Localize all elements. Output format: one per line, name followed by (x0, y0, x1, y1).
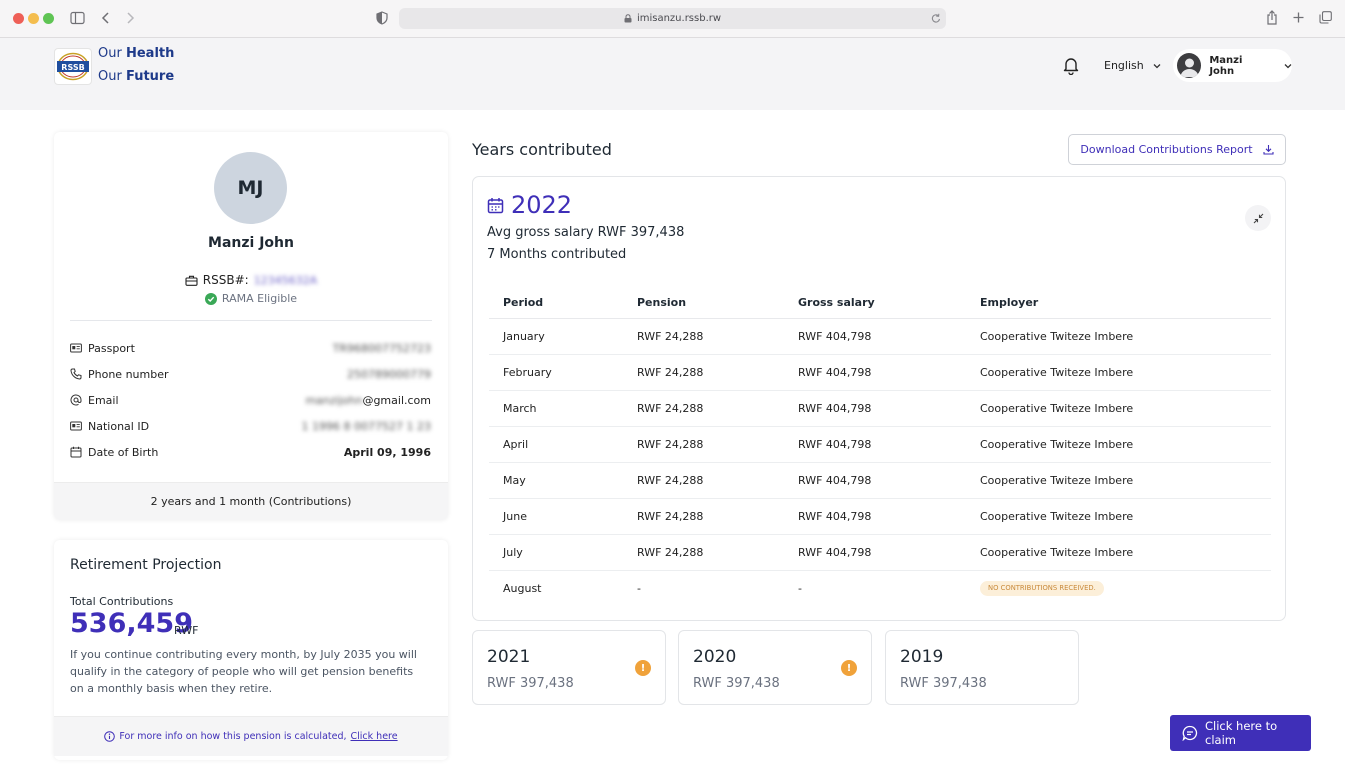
close-window-button[interactable] (13, 13, 24, 24)
total-contributions-unit: RWF (174, 624, 199, 637)
avatar (1177, 53, 1202, 78)
download-icon (1263, 144, 1274, 155)
calendar-icon (70, 446, 82, 458)
collapse-button[interactable] (1245, 205, 1271, 231)
language-selector[interactable]: English (1104, 59, 1161, 72)
pension-info-bar: For more info on how this pension is cal… (54, 716, 448, 756)
detail-row-date-of-birth: Date of Birth April 09, 1996 (70, 442, 431, 462)
forward-icon[interactable] (126, 11, 135, 25)
months-contributed: 7 Months contributed (487, 247, 627, 262)
table-row: February RWF 24,288 RWF 404,798 Cooperat… (489, 355, 1271, 391)
new-tab-icon[interactable] (1293, 12, 1304, 23)
download-report-button[interactable]: Download Contributions Report (1068, 134, 1286, 165)
table-row: March RWF 24,288 RWF 404,798 Cooperative… (489, 391, 1271, 427)
divider (70, 320, 432, 321)
detail-row-email: Email manzijohn@gmail.com (70, 390, 431, 410)
current-year-heading: 2022 (487, 191, 572, 219)
detail-row-passport: Passport TR968007752723 (70, 338, 431, 358)
no-contributions-badge: NO CONTRIBUTIONS RECEIVED. (980, 581, 1104, 596)
retirement-title: Retirement Projection (70, 557, 222, 573)
tagline-health: Our Health (98, 46, 175, 61)
url-text: imisanzu.rssb.rw (636, 13, 722, 24)
id-card-icon (70, 421, 82, 431)
profile-name: Manzi John (208, 235, 294, 251)
year-2021-card[interactable]: 2021 RWF 397,438 ! (472, 630, 666, 705)
app-header (0, 38, 1345, 110)
rssb-number-line: RSSB#: 12345632A (54, 273, 448, 287)
table-row: January RWF 24,288 RWF 404,798 Cooperati… (489, 319, 1271, 355)
warning-icon: ! (635, 660, 651, 676)
years-contributed-title: Years contributed (472, 140, 612, 159)
chat-icon (1182, 725, 1198, 741)
reload-icon[interactable] (931, 13, 941, 24)
chevron-down-icon (1284, 63, 1292, 69)
year-2019-card[interactable]: 2019 RWF 397,438 (885, 630, 1079, 705)
table-row: May RWF 24,288 RWF 404,798 Cooperative T… (489, 463, 1271, 499)
user-menu-button[interactable]: Manzi John (1173, 49, 1292, 82)
maximize-window-button[interactable] (43, 13, 54, 24)
tab-overview-icon[interactable] (1319, 11, 1332, 24)
warning-icon: ! (841, 660, 857, 676)
detail-row-national-id: National ID 1 1996 8 0077527 1 23 (70, 416, 431, 436)
back-icon[interactable] (101, 11, 110, 25)
at-icon (70, 394, 82, 406)
profile-card: MJ Manzi John RSSB#: 12345632A RAMA Elig… (54, 132, 448, 520)
briefcase-icon (185, 275, 198, 286)
retirement-description: If you continue contributing every month… (70, 648, 417, 695)
total-contributions-label: Total Contributions (70, 595, 174, 608)
collapse-icon (1253, 213, 1264, 224)
year-2020-card[interactable]: 2020 RWF 397,438 ! (678, 630, 872, 705)
rama-status: RAMA Eligible (54, 292, 448, 305)
detail-row-phone: Phone number 250789000779 (70, 364, 431, 384)
profile-avatar: MJ (214, 152, 287, 224)
share-icon[interactable] (1266, 10, 1278, 25)
retirement-projection-card: Retirement Projection Total Contribution… (54, 540, 448, 760)
sidebar-toggle-icon[interactable] (70, 11, 85, 25)
contribution-duration: 2 years and 1 month (Contributions) (54, 482, 448, 520)
check-circle-icon (204, 292, 217, 305)
rssb-logo[interactable]: RSSB (54, 48, 92, 85)
rssb-number: 12345632A (253, 273, 318, 287)
notifications-bell-icon[interactable] (1062, 56, 1080, 75)
table-row: August - - NO CONTRIBUTIONS RECEIVED. (489, 571, 1271, 607)
privacy-shield-icon[interactable] (376, 11, 388, 25)
pension-info-link[interactable]: Click here (351, 731, 398, 742)
tagline-future: Our Future (98, 69, 175, 84)
calendar-icon (487, 197, 504, 214)
info-icon (104, 731, 116, 742)
minimize-window-button[interactable] (28, 13, 39, 24)
chevron-down-icon (1153, 63, 1161, 69)
lock-icon (624, 14, 632, 23)
avg-gross-salary: Avg gross salary RWF 397,438 (487, 225, 685, 240)
table-row: April RWF 24,288 RWF 404,798 Cooperative… (489, 427, 1271, 463)
user-name: Manzi John (1209, 54, 1243, 77)
table-row: July RWF 24,288 RWF 404,798 Cooperative … (489, 535, 1271, 571)
passport-icon (70, 343, 82, 353)
phone-icon (70, 368, 82, 380)
claim-button[interactable]: Click here to claim (1170, 715, 1311, 751)
svg-text:RSSB: RSSB (61, 63, 84, 72)
contributions-table-header: Period Pension Gross salary Employer (489, 287, 1271, 319)
browser-toolbar: imisanzu.rssb.rw (0, 0, 1345, 38)
year-2022-card: 2022 Avg gross salary RWF 397,438 7 Mont… (472, 176, 1286, 621)
address-bar[interactable]: imisanzu.rssb.rw (399, 8, 946, 29)
table-row: June RWF 24,288 RWF 404,798 Cooperative … (489, 499, 1271, 535)
email-value: manzijohn@gmail.com (305, 393, 431, 407)
